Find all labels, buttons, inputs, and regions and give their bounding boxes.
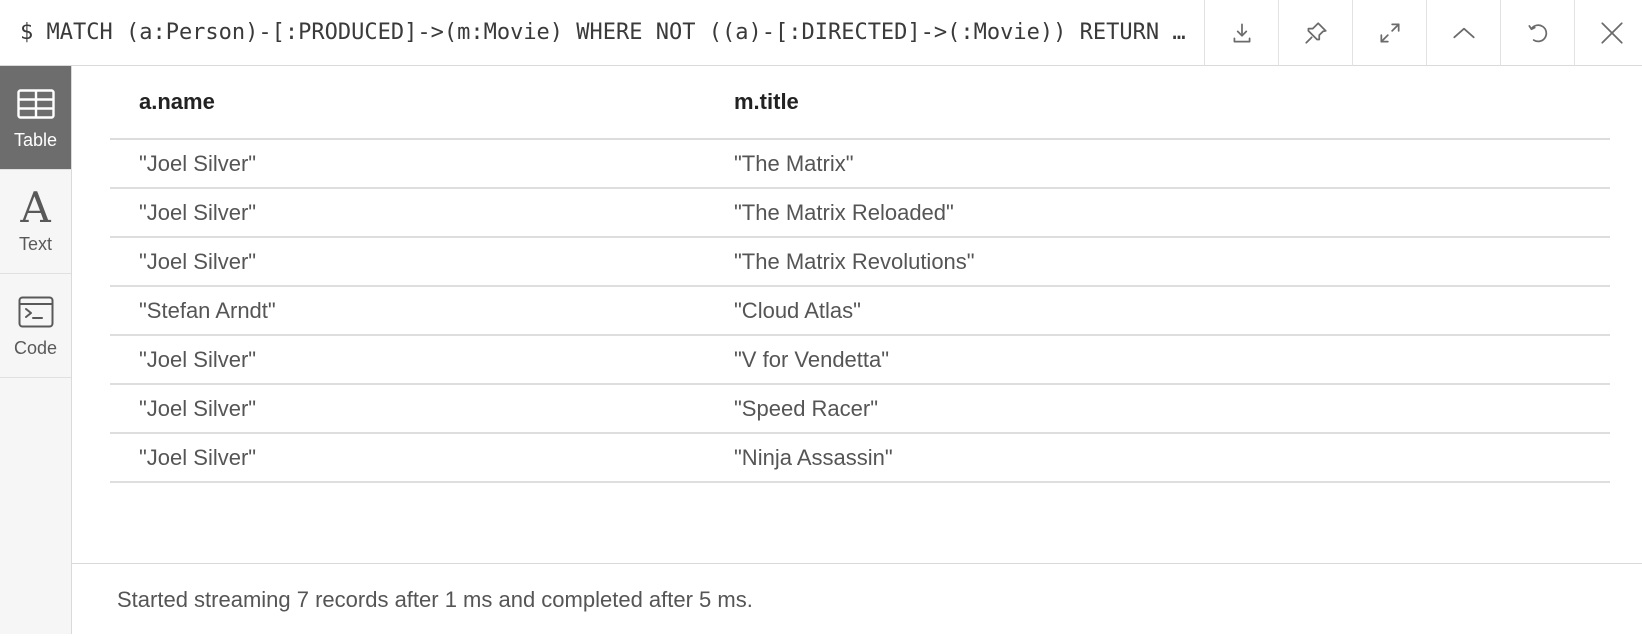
cell-title: "Cloud Atlas" bbox=[705, 286, 1610, 336]
status-text: Started streaming 7 records after 1 ms a… bbox=[117, 587, 753, 612]
cell-title: "The Matrix" bbox=[705, 139, 1610, 189]
download-button[interactable] bbox=[1204, 0, 1278, 66]
download-icon bbox=[1233, 23, 1250, 43]
result-pane: a.name m.title "Joel Silver" "The Matrix… bbox=[72, 66, 1642, 634]
status-bar: Started streaming 7 records after 1 ms a… bbox=[72, 563, 1642, 634]
table-icon bbox=[16, 89, 55, 119]
column-header-title[interactable]: m.title bbox=[705, 66, 1610, 140]
table-row: "Joel Silver" "The Matrix" bbox=[110, 139, 1610, 189]
table-row: "Stefan Arndt" "Cloud Atlas" bbox=[110, 286, 1610, 336]
view-code-label: Code bbox=[13, 338, 58, 358]
expand-icon bbox=[1379, 23, 1400, 43]
table-row: "Joel Silver" "Ninja Assassin" bbox=[110, 433, 1610, 483]
table-row: "Joel Silver" "The Matrix Revolutions" bbox=[110, 237, 1610, 287]
cell-title: "Ninja Assassin" bbox=[705, 433, 1610, 483]
query-bar: $ MATCH (a:Person)-[:PRODUCED]->(m:Movie… bbox=[0, 0, 1642, 66]
query-text[interactable]: $ MATCH (a:Person)-[:PRODUCED]->(m:Movie… bbox=[20, 0, 1190, 66]
rerun-button[interactable] bbox=[1500, 0, 1574, 66]
fullscreen-button[interactable] bbox=[1352, 0, 1426, 66]
column-header-name[interactable]: a.name bbox=[110, 66, 705, 140]
pin-button[interactable] bbox=[1278, 0, 1352, 66]
view-code-button[interactable]: Code bbox=[0, 274, 71, 378]
cell-title: "V for Vendetta" bbox=[705, 335, 1610, 385]
cell-name: "Joel Silver" bbox=[110, 188, 705, 238]
cell-title: "The Matrix Revolutions" bbox=[705, 237, 1610, 287]
collapse-up-icon bbox=[1452, 27, 1475, 39]
rerun-icon bbox=[1527, 24, 1547, 43]
frame-actions bbox=[1204, 0, 1642, 66]
result-table-wrap: a.name m.title "Joel Silver" "The Matrix… bbox=[110, 66, 1610, 483]
cell-name: "Joel Silver" bbox=[110, 433, 705, 483]
table-row: "Joel Silver" "Speed Racer" bbox=[110, 384, 1610, 434]
view-table-button[interactable]: Table bbox=[0, 66, 71, 170]
text-icon: A bbox=[20, 183, 51, 232]
cell-name: "Joel Silver" bbox=[110, 384, 705, 434]
cell-name: "Joel Silver" bbox=[110, 139, 705, 189]
view-text-button[interactable]: A Text bbox=[0, 170, 71, 274]
view-switcher: Table A Text Code bbox=[0, 66, 72, 634]
cell-title: "Speed Racer" bbox=[705, 384, 1610, 434]
cell-name: "Joel Silver" bbox=[110, 335, 705, 385]
code-icon bbox=[18, 296, 53, 328]
cell-name: "Stefan Arndt" bbox=[110, 286, 705, 336]
close-button[interactable] bbox=[1574, 0, 1642, 66]
view-text-label: Text bbox=[18, 234, 52, 254]
view-table-label: Table bbox=[13, 130, 58, 150]
result-table: a.name m.title "Joel Silver" "The Matrix… bbox=[110, 66, 1610, 483]
close-icon bbox=[1600, 22, 1623, 44]
cell-title: "The Matrix Reloaded" bbox=[705, 188, 1610, 238]
collapse-button[interactable] bbox=[1426, 0, 1500, 66]
table-row: "Joel Silver" "The Matrix Reloaded" bbox=[110, 188, 1610, 238]
table-row: "Joel Silver" "V for Vendetta" bbox=[110, 335, 1610, 385]
cell-name: "Joel Silver" bbox=[110, 237, 705, 287]
table-header-row: a.name m.title bbox=[110, 66, 1610, 140]
pin-icon bbox=[1304, 22, 1327, 44]
